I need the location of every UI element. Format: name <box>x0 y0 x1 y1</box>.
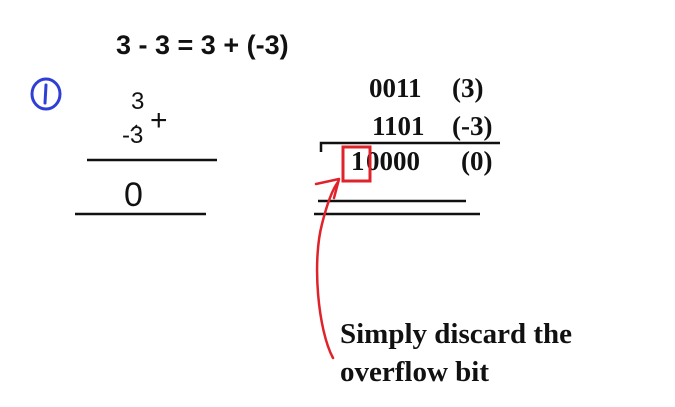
overflow-highlight-box <box>341 145 372 183</box>
annotation-arrowhead <box>314 177 341 200</box>
decimal-tick-mark <box>130 124 138 132</box>
diagram-strokes <box>75 124 500 360</box>
annotation-arrow <box>315 180 340 360</box>
